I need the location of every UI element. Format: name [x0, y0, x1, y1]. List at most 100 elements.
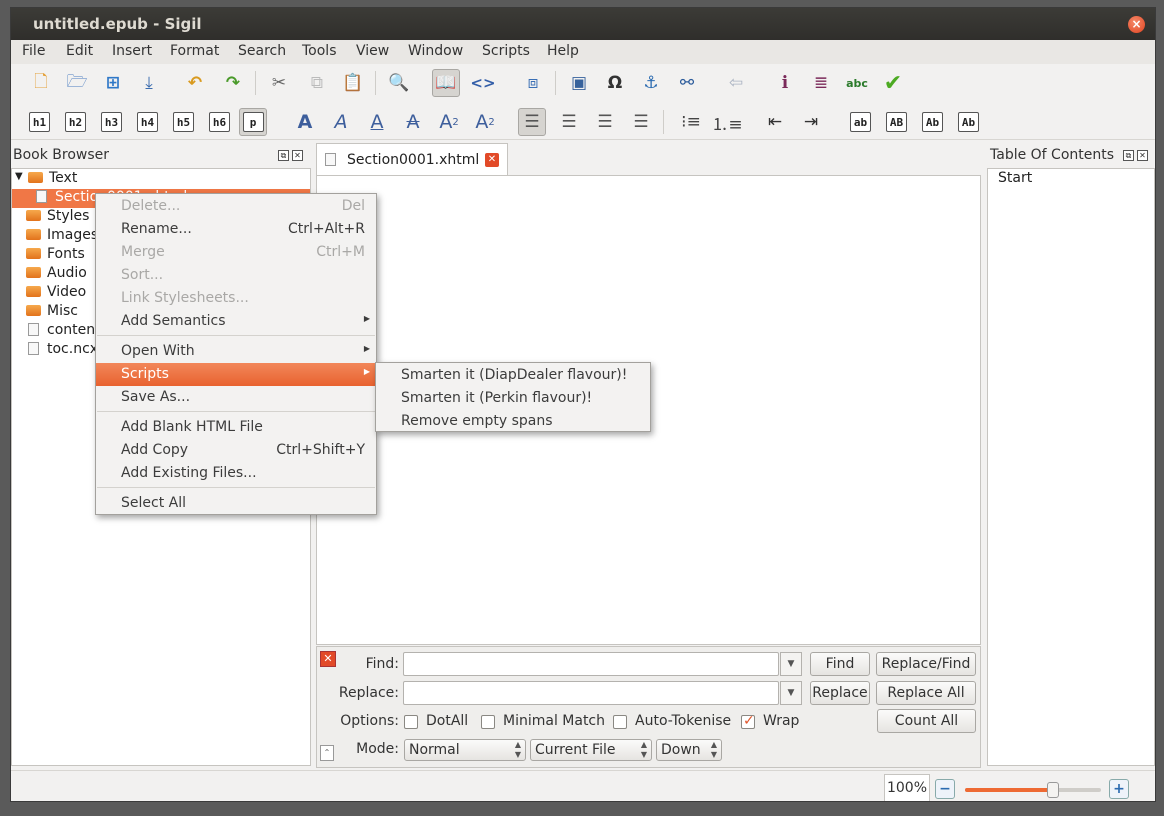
menu-search[interactable]: Search — [238, 43, 286, 59]
close-icon[interactable]: ✕ — [292, 150, 303, 161]
paragraph-button[interactable]: p — [242, 112, 264, 132]
replace-history-dropdown[interactable]: ▼ — [780, 681, 802, 705]
open-folder-icon[interactable]: 🗁 — [63, 69, 91, 97]
redo-icon[interactable]: ↷ — [219, 69, 247, 97]
menu-item-scripts[interactable]: Scripts ▶ — [96, 363, 376, 386]
float-icon[interactable]: ⧉ — [1123, 150, 1134, 161]
link-icon[interactable]: ⚯ — [673, 69, 701, 97]
menu-item-sort[interactable]: Sort... — [96, 264, 376, 287]
menu-item-open-with[interactable]: Open With ▶ — [96, 340, 376, 363]
metadata-icon[interactable]: i — [771, 69, 799, 97]
tree-item-text[interactable]: ▼ Text — [12, 170, 310, 189]
close-find-icon[interactable]: ✕ — [320, 651, 336, 667]
replace-find-button[interactable]: Replace/Find — [876, 652, 976, 676]
heading-3-button[interactable]: h3 — [101, 112, 122, 132]
bullet-list-icon[interactable]: ⁝≡ — [677, 108, 705, 136]
capitalize-button[interactable]: Ab — [922, 112, 943, 132]
menu-item-add-blank-html[interactable]: Add Blank HTML File — [96, 416, 376, 439]
float-icon[interactable]: ⧉ — [278, 150, 289, 161]
toc-edit-icon[interactable]: ≣ — [807, 69, 835, 97]
lowercase-button[interactable]: ab — [850, 112, 871, 132]
menu-edit[interactable]: Edit — [66, 43, 93, 59]
menu-item-save-as[interactable]: Save As... — [96, 386, 376, 409]
replace-input[interactable] — [403, 681, 779, 705]
find-button[interactable]: Find — [810, 652, 870, 676]
replace-all-button[interactable]: Replace All — [876, 681, 976, 705]
menu-item-delete[interactable]: Delete... Del — [96, 195, 376, 218]
zoom-slider[interactable] — [965, 782, 1101, 798]
menu-item-merge[interactable]: Merge Ctrl+M — [96, 241, 376, 264]
bold-icon[interactable]: A — [291, 108, 319, 136]
find-history-dropdown[interactable]: ▼ — [780, 652, 802, 676]
expand-arrow-icon[interactable]: ▼ — [15, 171, 23, 182]
menu-tools[interactable]: Tools — [302, 43, 337, 59]
split-view-icon[interactable]: ⧈ — [519, 69, 547, 97]
heading-6-button[interactable]: h6 — [209, 112, 230, 132]
heading-1-button[interactable]: h1 — [29, 112, 50, 132]
tab-section0001[interactable]: Section0001.xhtml ✕ — [316, 143, 508, 176]
validate-check-icon[interactable]: ✔ — [879, 69, 907, 97]
menu-item-select-all[interactable]: Select All — [96, 492, 376, 515]
menu-item-rename[interactable]: Rename... Ctrl+Alt+R — [96, 218, 376, 241]
minimal-match-checkbox[interactable] — [481, 715, 495, 729]
count-all-button[interactable]: Count All — [877, 709, 976, 733]
paragraph-button-frame[interactable]: p — [239, 108, 267, 136]
zoom-slider-handle[interactable] — [1047, 782, 1059, 798]
close-icon[interactable]: ✕ — [1137, 150, 1148, 161]
spellcheck-icon[interactable]: abc — [843, 69, 871, 97]
numbered-list-icon[interactable]: ⒈≡ — [711, 108, 742, 136]
close-window-button[interactable]: × — [1128, 16, 1145, 33]
menu-scripts[interactable]: Scripts — [482, 43, 530, 59]
scope-select[interactable]: Current File ▲ ▼ — [530, 739, 652, 761]
menu-format[interactable]: Format — [170, 43, 219, 59]
special-character-icon[interactable]: Ω — [601, 69, 629, 97]
add-file-icon[interactable]: ⊞ — [99, 69, 127, 97]
direction-select[interactable]: Down ▲ ▼ — [656, 739, 722, 761]
cut-icon[interactable]: ✂ — [265, 69, 293, 97]
justify-icon[interactable]: ☰ — [627, 108, 655, 136]
heading-5-button[interactable]: h5 — [173, 112, 194, 132]
zoom-out-icon[interactable]: − — [935, 779, 955, 799]
new-file-icon[interactable]: 🗋 — [27, 69, 55, 97]
menu-item-add-semantics[interactable]: Add Semantics ▶ — [96, 310, 376, 333]
insert-image-icon[interactable]: ▣ — [565, 69, 593, 97]
menu-insert[interactable]: Insert — [112, 43, 152, 59]
decrease-indent-icon[interactable]: ⇤ — [761, 108, 789, 136]
toc-item-start[interactable]: Start — [998, 170, 1032, 186]
menu-help[interactable]: Help — [547, 43, 579, 59]
increase-indent-icon[interactable]: ⇥ — [797, 108, 825, 136]
menu-view[interactable]: View — [356, 43, 389, 59]
underline-icon[interactable]: A — [363, 108, 391, 136]
uppercase-button[interactable]: AB — [886, 112, 907, 132]
strikethrough-icon[interactable]: A — [399, 108, 427, 136]
anchor-icon[interactable]: ⚓ — [637, 69, 665, 97]
italic-icon[interactable]: A — [327, 108, 355, 136]
superscript-icon[interactable]: A2 — [471, 108, 499, 136]
zoom-in-icon[interactable]: + — [1109, 779, 1129, 799]
auto-tokenise-checkbox[interactable] — [613, 715, 627, 729]
heading-4-button[interactable]: h4 — [137, 112, 158, 132]
mode-select[interactable]: Normal ▲ ▼ — [404, 739, 526, 761]
script-smarten-diapdealer[interactable]: Smarten it (DiapDealer flavour)! — [376, 364, 650, 387]
script-remove-empty-spans[interactable]: Remove empty spans — [376, 410, 650, 433]
replace-button[interactable]: Replace — [810, 681, 870, 705]
close-tab-icon[interactable]: ✕ — [485, 153, 499, 167]
menu-item-link-stylesheets[interactable]: Link Stylesheets... — [96, 287, 376, 310]
find-input[interactable] — [403, 652, 779, 676]
titlecase-button[interactable]: Ab — [958, 112, 979, 132]
menu-item-add-existing[interactable]: Add Existing Files... — [96, 462, 376, 485]
heading-2-button[interactable]: h2 — [65, 112, 86, 132]
undo-icon[interactable]: ↶ — [181, 69, 209, 97]
dotall-checkbox[interactable] — [404, 715, 418, 729]
menu-item-add-copy[interactable]: Add Copy Ctrl+Shift+Y — [96, 439, 376, 462]
copy-icon[interactable]: ⧉ — [303, 69, 331, 97]
menu-window[interactable]: Window — [408, 43, 463, 59]
align-right-icon[interactable]: ☰ — [591, 108, 619, 136]
code-view-icon[interactable]: <> — [469, 69, 497, 97]
preview-icon[interactable]: 🔍 — [385, 69, 413, 97]
book-view-icon[interactable]: 📖 — [432, 69, 460, 97]
subscript-icon[interactable]: A2 — [435, 108, 463, 136]
back-arrow-icon[interactable]: ⇦ — [722, 69, 750, 97]
wrap-checkbox[interactable] — [741, 713, 755, 729]
paste-icon[interactable]: 📋 — [339, 69, 367, 97]
